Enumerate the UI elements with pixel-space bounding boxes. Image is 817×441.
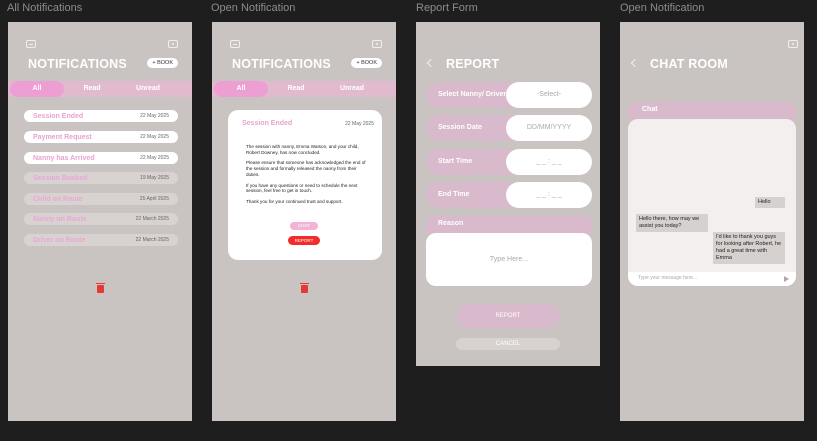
body-paragraph: Thank you for your continued trust and s… — [246, 199, 343, 205]
chat-room-screen: CHAT ROOM Chat Hello Hello there, how ma… — [620, 22, 804, 421]
notification-title: Driver on Route — [33, 236, 86, 244]
field-nanny-driver: Select Nanny/ Driver -Select- — [426, 82, 592, 108]
back-icon[interactable] — [426, 58, 436, 68]
notification-item-nanny-on-route[interactable]: Nanny on Route 22 March 2025 — [24, 213, 178, 225]
tab-unread[interactable]: Unread — [325, 81, 379, 97]
field-session-date: Session Date DD/MM/YYYY — [426, 115, 592, 141]
field-label: Session Date — [438, 123, 482, 131]
notification-item-payment-request[interactable]: Payment Request 22 May 2025 — [24, 131, 178, 143]
notification-title: Session Ended — [33, 112, 84, 120]
notification-date: 19 May 2025 — [140, 175, 169, 181]
book-button[interactable]: + BOOK — [147, 58, 178, 68]
notification-detail-date: 22 May 2025 — [345, 121, 374, 127]
notification-title: Payment Request — [33, 133, 92, 141]
body-paragraph: If you have any questions or need to sch… — [246, 182, 358, 194]
notification-date: 22 May 2025 — [140, 113, 169, 119]
menu-icon[interactable] — [230, 40, 240, 48]
nanny-driver-select[interactable]: -Select- — [506, 82, 592, 108]
chat-message-sent: Hello — [755, 197, 785, 208]
notification-title: Nanny has Arrived — [33, 154, 95, 162]
cancel-button[interactable]: CANCEL — [456, 338, 560, 350]
notification-title: Session Booked — [33, 174, 88, 182]
notification-detail-card: Session Ended 22 May 2025 The session wi… — [228, 110, 382, 260]
tab-read[interactable]: Read — [269, 81, 323, 97]
chat-input-bar: Type your message here... — [628, 272, 796, 286]
tab-unread[interactable]: Unread — [121, 81, 175, 97]
field-label: End Time — [438, 190, 470, 198]
reason-textarea[interactable]: Type Here... — [426, 233, 592, 286]
notification-date: 22 March 2025 — [135, 237, 169, 243]
notification-icon[interactable] — [788, 40, 798, 48]
frame-title-open-notification: Open Notification — [211, 2, 296, 14]
notification-date: 22 May 2025 — [140, 134, 169, 140]
notification-item-child-on-route[interactable]: Child on Route 25 April 2025 — [24, 193, 178, 205]
notification-icon[interactable] — [372, 40, 382, 48]
frame-title-report-form: Report Form — [416, 2, 478, 14]
send-icon[interactable] — [784, 276, 789, 282]
trash-icon[interactable] — [300, 283, 309, 293]
chat-messages: Hello Hello there, how may we assist you… — [628, 119, 796, 286]
field-start-time: Start Time _ _ : _ _ — [426, 149, 592, 175]
tab-all[interactable]: All — [214, 81, 268, 97]
notification-title: Child on Route — [33, 195, 83, 203]
frame-title-chat-room: Open Notification — [620, 2, 705, 14]
chat-message-input[interactable]: Type your message here... — [638, 275, 697, 281]
body-paragraph: The session with nanny, Emma Watson, and… — [246, 144, 359, 155]
field-label: Start Time — [438, 157, 473, 165]
end-time-input[interactable]: _ _ : _ _ — [506, 182, 592, 208]
frame-title-all-notifications: All Notifications — [7, 2, 83, 14]
menu-icon[interactable] — [26, 40, 36, 48]
field-end-time: End Time _ _ : _ _ — [426, 182, 592, 208]
trash-icon[interactable] — [96, 283, 105, 293]
notification-item-nanny-arrived[interactable]: Nanny has Arrived 22 May 2025 — [24, 152, 178, 164]
field-label: Select Nanny/ Driver — [438, 90, 507, 98]
all-notifications-screen: NOTIFICATIONS + BOOK All Read Unread Ses… — [8, 22, 192, 421]
notification-item-driver-on-route[interactable]: Driver on Route 22 March 2025 — [24, 234, 178, 246]
book-button[interactable]: + BOOK — [351, 58, 382, 68]
report-form-screen: REPORT Select Nanny/ Driver -Select- Ses… — [416, 22, 600, 366]
chat-message-received: Hello there, how may we assist you today… — [636, 214, 708, 232]
chat-panel-title: Chat — [628, 102, 796, 120]
notification-date: 22 March 2025 — [135, 216, 169, 222]
back-icon[interactable] — [630, 58, 640, 68]
notification-date: 22 May 2025 — [140, 155, 169, 161]
notification-item-session-ended[interactable]: Session Ended 22 May 2025 — [24, 110, 178, 122]
notification-date: 25 April 2025 — [139, 196, 169, 202]
notification-tabs: All Read Unread — [212, 81, 396, 97]
tab-read[interactable]: Read — [65, 81, 119, 97]
notification-title: Nanny on Route — [33, 215, 87, 223]
notification-icon[interactable] — [168, 40, 178, 48]
notification-detail-title: Session Ended — [242, 120, 293, 127]
session-date-input[interactable]: DD/MM/YYYY — [506, 115, 592, 141]
open-notification-screen: NOTIFICATIONS + BOOK All Read Unread Ses… — [212, 22, 396, 421]
report-button[interactable]: REPORT — [288, 236, 320, 245]
chat-message-sent: I'd like to thank you guys for looking a… — [713, 232, 785, 264]
page-title: REPORT — [446, 57, 500, 71]
page-title: NOTIFICATIONS — [28, 57, 127, 71]
notification-item-session-booked[interactable]: Session Booked 19 May 2025 — [24, 172, 178, 184]
body-paragraph: Please ensure that someone has acknowled… — [246, 160, 366, 177]
submit-report-button[interactable]: REPORT — [456, 304, 560, 328]
start-time-input[interactable]: _ _ : _ _ — [506, 149, 592, 175]
reason-label: Reason — [426, 216, 592, 234]
notification-tabs: All Read Unread — [8, 81, 192, 97]
notification-detail-body: The session with nanny, Emma Watson, and… — [246, 144, 366, 210]
page-title: CHAT ROOM — [650, 57, 728, 71]
page-title: NOTIFICATIONS — [232, 57, 331, 71]
chat-button[interactable]: CHAT — [290, 222, 318, 230]
tab-all[interactable]: All — [10, 81, 64, 97]
